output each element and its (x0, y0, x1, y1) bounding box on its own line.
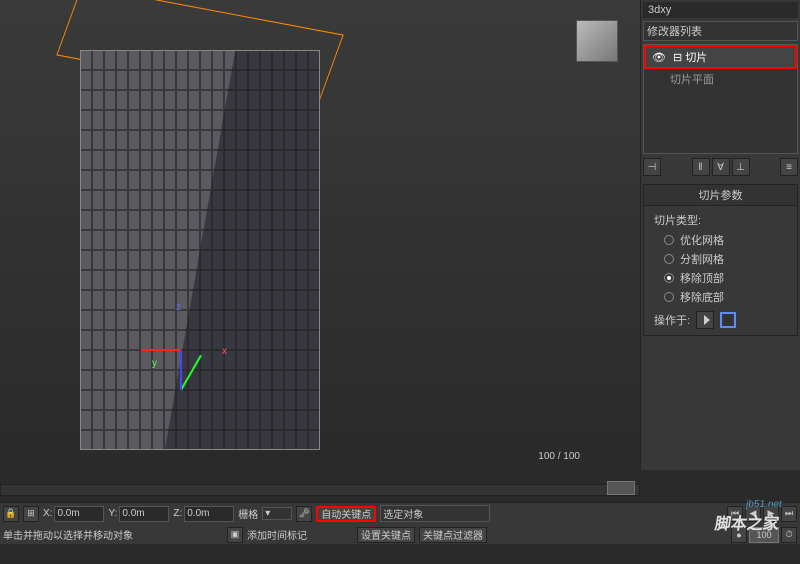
watermark: jb51.net 脚本之家 (714, 499, 783, 534)
x-label: X: (43, 508, 52, 519)
timeline-scrubber[interactable] (607, 481, 635, 495)
expand-icon[interactable]: ⊟ (673, 52, 682, 64)
make-unique-button[interactable]: ∀ (712, 158, 730, 176)
add-time-tag-label[interactable]: 添加时间标记 (247, 527, 307, 542)
operate-poly-button[interactable] (696, 311, 714, 329)
grid-dropdown[interactable]: ▾ (262, 507, 292, 520)
timeline[interactable] (0, 478, 640, 502)
frame-indicator: 100 / 100 (538, 451, 580, 462)
command-panel: 3dxy 修改器列表 👁 ⊟ 切片 切片平面 ⊣ ‖ ∀ ⊥ ≡ 切片参数 切片… (640, 0, 800, 470)
object-name: 3dxy (643, 2, 798, 18)
time-tag-icon[interactable]: ▣ (227, 527, 243, 543)
slice-type-label: 切片类型: (654, 212, 787, 228)
time-config-button[interactable]: ⏱ (781, 527, 797, 543)
show-end-result-button[interactable]: ‖ (692, 158, 710, 176)
rollout-header[interactable]: 切片参数 (644, 185, 797, 206)
grid-label: 栅格 (238, 506, 258, 521)
stack-subitem-slice-plane[interactable]: 切片平面 (644, 69, 797, 89)
lock-selection-icon[interactable]: 🔒 (3, 506, 19, 522)
abs-transform-icon[interactable]: ⊞ (23, 506, 39, 522)
radio-refine-mesh[interactable]: 优化网格 (664, 232, 787, 248)
x-coord-input[interactable] (54, 506, 104, 522)
viewcube[interactable] (576, 20, 618, 62)
modifier-list-dropdown[interactable]: 修改器列表 (643, 21, 798, 41)
prompt-text: 单击并拖动以选择并移动对象 (3, 527, 223, 542)
status-bar: 🔒 ⊞ X: Y: Z: 栅格 ▾ 🗝 自动关键点 选定对象 ⏮ ◀ ▶ ⏭ 单… (0, 502, 800, 544)
set-key-button[interactable]: 设置关键点 (357, 527, 415, 543)
z-coord-input[interactable] (184, 506, 234, 522)
building-model[interactable] (80, 50, 320, 450)
radio-split-mesh[interactable]: 分割网格 (664, 251, 787, 267)
y-label: Y: (108, 508, 117, 519)
remove-modifier-button[interactable]: ⊥ (732, 158, 750, 176)
operate-on-label: 操作于: (654, 312, 690, 328)
key-filters-button[interactable]: 关键点过滤器 (419, 527, 487, 543)
key-target-dropdown[interactable]: 选定对象 (380, 505, 490, 522)
visibility-icon[interactable]: 👁 (652, 52, 666, 64)
viewport-3d[interactable]: x y z 100 / 100 (0, 0, 640, 470)
y-coord-input[interactable] (119, 506, 169, 522)
operate-mesh-button[interactable] (720, 312, 736, 328)
pin-stack-button[interactable]: ⊣ (643, 158, 661, 176)
stack-toolbar: ⊣ ‖ ∀ ⊥ ≡ (643, 158, 798, 176)
slice-params-rollout: 切片参数 切片类型: 优化网格 分割网格 移除顶部 移除底部 操作于: (643, 184, 798, 336)
radio-remove-top[interactable]: 移除顶部 (664, 270, 787, 286)
configure-sets-button[interactable]: ≡ (780, 158, 798, 176)
next-frame-button[interactable]: ⏭ (781, 506, 797, 522)
modifier-stack[interactable]: 👁 ⊟ 切片 切片平面 (643, 44, 798, 154)
z-label: Z: (173, 508, 182, 519)
radio-remove-bottom[interactable]: 移除底部 (664, 289, 787, 305)
auto-key-button[interactable]: 自动关键点 (316, 506, 376, 522)
timeline-track[interactable] (0, 484, 640, 496)
key-icon[interactable]: 🗝 (296, 506, 312, 522)
stack-item-slice[interactable]: 👁 ⊟ 切片 (644, 45, 797, 69)
